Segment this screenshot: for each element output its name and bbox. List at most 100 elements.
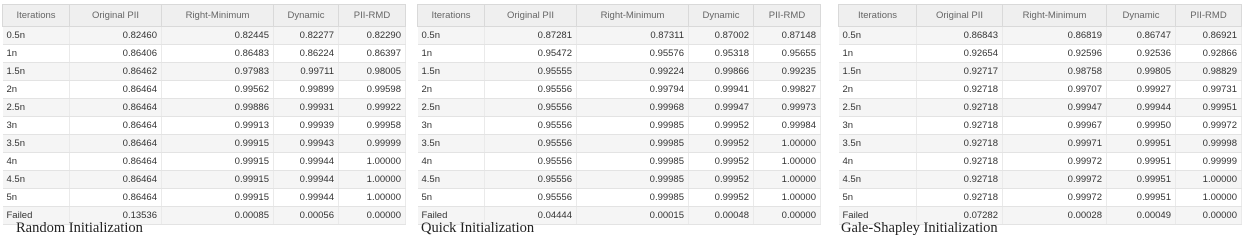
iterations-cell: 1n	[838, 44, 917, 63]
original-pii-cell: 0.95556	[484, 80, 577, 99]
right-minimum-cell: 0.86819	[1002, 26, 1107, 45]
iterations-cell: 3.5n	[838, 134, 917, 153]
dynamic-cell: 0.99951	[1106, 134, 1176, 153]
right-minimum-cell: 0.95576	[576, 44, 689, 63]
iterations-cell: 0.5n	[417, 26, 485, 45]
iterations-cell: 4n	[838, 152, 917, 171]
original-pii-cell: 0.95555	[484, 62, 577, 81]
iterations-cell: 0.5n	[2, 26, 70, 45]
dynamic-cell: 0.99944	[273, 152, 339, 171]
right-minimum-cell: 0.00028	[1002, 206, 1107, 225]
col-header-dynamic[interactable]: Dynamic	[1106, 4, 1176, 27]
right-minimum-cell: 0.99915	[161, 152, 274, 171]
pii-rmd-cell: 1.00000	[338, 188, 406, 207]
col-header-iterations[interactable]: Iterations	[2, 4, 70, 27]
table-row: 3n 0.92718 0.99967 0.99950 0.99972	[838, 116, 1242, 135]
iterations-cell: 4.5n	[838, 170, 917, 189]
col-header-dynamic[interactable]: Dynamic	[688, 4, 754, 27]
pii-rmd-cell: 0.98829	[1175, 62, 1242, 81]
quick-initialization-table: Iterations Original PII Right-Minimum Dy…	[417, 4, 821, 225]
original-pii-cell: 0.92654	[916, 44, 1003, 63]
dynamic-cell: 0.99944	[273, 188, 339, 207]
dynamic-cell: 0.99866	[688, 62, 754, 81]
dynamic-cell: 0.99951	[1106, 188, 1176, 207]
dynamic-cell: 0.86747	[1106, 26, 1176, 45]
table-row: 4.5n 0.86464 0.99915 0.99944 1.00000	[2, 170, 406, 189]
iterations-cell: 4n	[2, 152, 70, 171]
dynamic-cell: 0.87002	[688, 26, 754, 45]
right-minimum-cell: 0.87311	[576, 26, 689, 45]
dynamic-cell: 0.99951	[1106, 170, 1176, 189]
dynamic-cell: 0.99927	[1106, 80, 1176, 99]
original-pii-cell: 0.95472	[484, 44, 577, 63]
table-row: 4.5n 0.92718 0.99972 0.99951 1.00000	[838, 170, 1242, 189]
col-header-dynamic[interactable]: Dynamic	[273, 4, 339, 27]
col-header-pii-rmd[interactable]: PII-RMD	[753, 4, 821, 27]
iterations-cell: 0.5n	[838, 26, 917, 45]
pii-rmd-cell: 0.99999	[338, 134, 406, 153]
table-row: 0.5n 0.87281 0.87311 0.87002 0.87148	[417, 26, 821, 45]
dynamic-cell: 0.99952	[688, 116, 754, 135]
table-row: 5n 0.95556 0.99985 0.99952 1.00000	[417, 188, 821, 207]
original-pii-cell: 0.86464	[69, 116, 162, 135]
table-row: 1.5n 0.86462 0.97983 0.99711 0.98005	[2, 62, 406, 81]
dynamic-cell: 0.99943	[273, 134, 339, 153]
table-row: 2.5n 0.95556 0.99968 0.99947 0.99973	[417, 98, 821, 117]
dynamic-cell: 0.99805	[1106, 62, 1176, 81]
random-initialization-caption: Random Initialization	[16, 220, 143, 236]
original-pii-cell: 0.92718	[916, 98, 1003, 117]
random-initialization-table: Iterations Original PII Right-Minimum Dy…	[2, 4, 406, 225]
table-row: 4.5n 0.95556 0.99985 0.99952 1.00000	[417, 170, 821, 189]
original-pii-cell: 0.86464	[69, 134, 162, 153]
iterations-cell: 3n	[2, 116, 70, 135]
original-pii-cell: 0.82460	[69, 26, 162, 45]
col-header-right-minimum[interactable]: Right-Minimum	[161, 4, 274, 27]
quick-initialization-panel: Iterations Original PII Right-Minimum Dy…	[417, 4, 821, 225]
table-row: 2n 0.92718 0.99707 0.99927 0.99731	[838, 80, 1242, 99]
quick-initialization-caption: Quick Initialization	[421, 220, 535, 236]
table-row: 3.5n 0.95556 0.99985 0.99952 1.00000	[417, 134, 821, 153]
dynamic-cell: 0.92536	[1106, 44, 1176, 63]
col-header-pii-rmd[interactable]: PII-RMD	[338, 4, 406, 27]
header-row: Iterations Original PII Right-Minimum Dy…	[838, 4, 1242, 27]
iterations-cell: 1.5n	[417, 62, 485, 81]
right-minimum-cell: 0.99985	[576, 116, 689, 135]
col-header-right-minimum[interactable]: Right-Minimum	[1002, 4, 1107, 27]
table-row: 1.5n 0.92717 0.98758 0.99805 0.98829	[838, 62, 1242, 81]
original-pii-cell: 0.86464	[69, 170, 162, 189]
pii-rmd-cell: 1.00000	[753, 188, 821, 207]
col-header-original-pii[interactable]: Original PII	[916, 4, 1003, 27]
pii-rmd-cell: 0.99998	[1175, 134, 1242, 153]
col-header-original-pii[interactable]: Original PII	[69, 4, 162, 27]
dynamic-cell: 0.86224	[273, 44, 339, 63]
right-minimum-cell: 0.99915	[161, 170, 274, 189]
col-header-right-minimum[interactable]: Right-Minimum	[576, 4, 689, 27]
pii-rmd-cell: 0.92866	[1175, 44, 1242, 63]
col-header-iterations[interactable]: Iterations	[838, 4, 917, 27]
dynamic-cell: 0.00049	[1106, 206, 1176, 225]
pii-rmd-cell: 0.86397	[338, 44, 406, 63]
right-minimum-cell: 0.99915	[161, 188, 274, 207]
pii-rmd-cell: 0.87148	[753, 26, 821, 45]
iterations-cell: 4.5n	[2, 170, 70, 189]
table-row: 3.5n 0.86464 0.99915 0.99943 0.99999	[2, 134, 406, 153]
pii-rmd-cell: 0.99235	[753, 62, 821, 81]
col-header-pii-rmd[interactable]: PII-RMD	[1175, 4, 1242, 27]
iterations-cell: 1n	[417, 44, 485, 63]
original-pii-cell: 0.95556	[484, 98, 577, 117]
gale-shapley-initialization-caption: Gale-Shapley Initialization	[841, 220, 998, 236]
random-initialization-panel: Iterations Original PII Right-Minimum Dy…	[2, 4, 406, 225]
original-pii-cell: 0.92718	[916, 152, 1003, 171]
col-header-iterations[interactable]: Iterations	[417, 4, 485, 27]
table-row: 1n 0.92654 0.92596 0.92536 0.92866	[838, 44, 1242, 63]
col-header-original-pii[interactable]: Original PII	[484, 4, 577, 27]
dynamic-cell: 0.99952	[688, 170, 754, 189]
pii-rmd-cell: 1.00000	[753, 134, 821, 153]
original-pii-cell: 0.92718	[916, 134, 1003, 153]
table-row: 4n 0.95556 0.99985 0.99952 1.00000	[417, 152, 821, 171]
right-minimum-cell: 0.97983	[161, 62, 274, 81]
right-minimum-cell: 0.99985	[576, 170, 689, 189]
original-pii-cell: 0.95556	[484, 170, 577, 189]
dynamic-cell: 0.99899	[273, 80, 339, 99]
iterations-cell: 3n	[417, 116, 485, 135]
